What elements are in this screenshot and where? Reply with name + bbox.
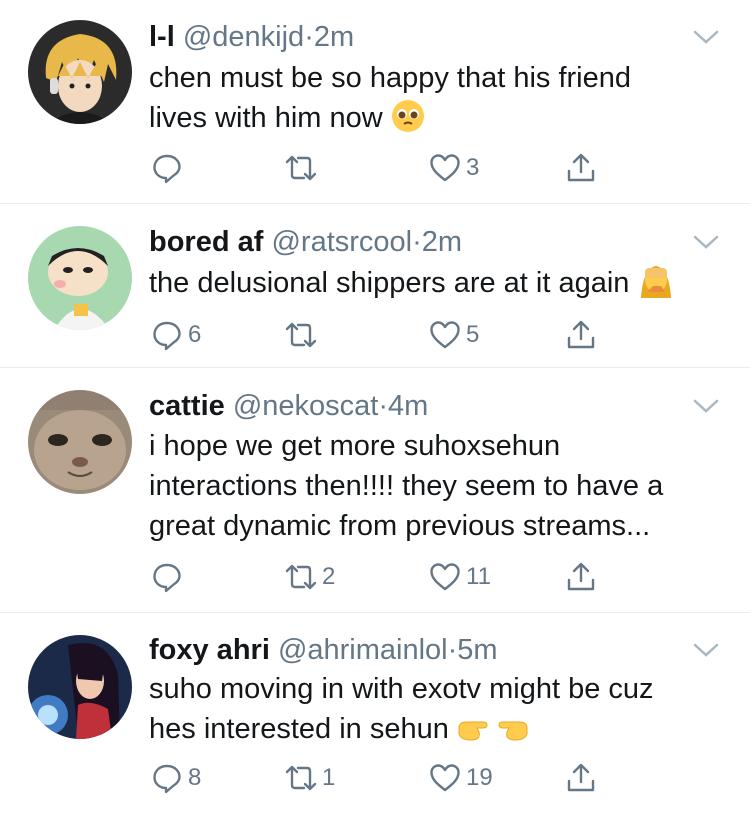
tweet[interactable]: foxy ahri @ahrimainlol·5m suho moving in… xyxy=(0,613,750,814)
reply-count: 8 xyxy=(188,764,202,791)
timestamp[interactable]: 2m xyxy=(422,226,462,258)
share-icon xyxy=(564,560,598,594)
user-handle[interactable]: @nekoscat xyxy=(233,390,379,422)
like-button[interactable]: 5 xyxy=(428,317,479,353)
avatar[interactable] xyxy=(28,226,132,330)
separator-dot: · xyxy=(447,634,458,666)
reply-icon xyxy=(150,151,184,185)
like-button[interactable]: 3 xyxy=(428,150,479,186)
like-button[interactable]: 19 xyxy=(428,760,493,796)
retweet-icon xyxy=(284,560,318,594)
user-handle[interactable]: @denkijd xyxy=(183,21,304,53)
reply-button[interactable]: 8 xyxy=(150,760,201,796)
tweet-text-line: hes interested in sehun xyxy=(149,713,449,745)
pleading-face-emoji xyxy=(391,99,425,133)
retweet-button[interactable] xyxy=(284,317,322,353)
retweet-icon xyxy=(284,318,318,352)
tweet[interactable]: cattie @nekoscat·4m i hope we get more s… xyxy=(0,368,750,613)
like-count: 11 xyxy=(466,563,491,590)
tweet[interactable]: l-l @denkijd·2m chen must be so happy th… xyxy=(0,0,750,204)
retweet-icon xyxy=(284,151,318,185)
tweet-text: suho moving in with exotv might be cuz h… xyxy=(149,669,719,749)
tweet-actions: 8 1 19 xyxy=(150,760,610,796)
heart-icon xyxy=(428,560,462,594)
timestamp[interactable]: 2m xyxy=(314,21,354,53)
tweet-actions: 6 5 xyxy=(150,317,610,353)
reply-button[interactable] xyxy=(150,559,188,595)
share-icon xyxy=(564,151,598,185)
tweet-header: foxy ahri @ahrimainlol·5m xyxy=(149,633,680,667)
tweet-text: the delusional shippers are at it again xyxy=(149,262,719,303)
timestamp[interactable]: 5m xyxy=(457,634,497,666)
tweet-text-line: suho moving in with exotv might be cuz xyxy=(149,673,654,705)
share-icon xyxy=(564,318,598,352)
tweet-actions: 3 xyxy=(150,150,610,186)
retweet-icon xyxy=(284,761,318,795)
tweet-header: bored af @ratsrcool·2m xyxy=(149,225,680,259)
display-name[interactable]: foxy ahri xyxy=(149,634,270,666)
chevron-down-icon[interactable] xyxy=(692,232,720,252)
chevron-down-icon[interactable] xyxy=(692,396,720,416)
tweet-actions: 2 11 xyxy=(150,559,610,595)
share-button[interactable] xyxy=(564,317,598,353)
reply-icon xyxy=(150,761,184,795)
chevron-down-icon[interactable] xyxy=(692,640,720,660)
tweet-text-line: the delusional shippers are at it again xyxy=(149,267,630,299)
user-handle[interactable]: @ratsrcool xyxy=(271,226,412,258)
tweet-text-line: i hope we get more suhoxsehun xyxy=(149,430,561,462)
like-button[interactable]: 11 xyxy=(428,559,491,595)
tweet-text-line: chen must be so happy that his friend xyxy=(149,62,632,94)
retweet-button[interactable]: 1 xyxy=(284,760,335,796)
heart-icon xyxy=(428,151,462,185)
avatar[interactable] xyxy=(28,20,132,124)
user-handle[interactable]: @ahrimainlol xyxy=(278,634,448,666)
retweet-count: 2 xyxy=(322,563,336,590)
share-button[interactable] xyxy=(564,150,598,186)
tweet[interactable]: bored af @ratsrcool·2m the delusional sh… xyxy=(0,204,750,368)
separator-dot: · xyxy=(378,390,389,422)
reply-icon xyxy=(150,318,184,352)
heart-icon xyxy=(428,318,462,352)
chevron-down-icon[interactable] xyxy=(692,27,720,47)
woman-facepalming-emoji xyxy=(637,262,675,298)
display-name[interactable]: l-l xyxy=(149,21,175,53)
separator-dot: · xyxy=(304,21,314,53)
reply-button[interactable] xyxy=(150,150,188,186)
timestamp[interactable]: 4m xyxy=(388,390,428,422)
pointing-hands-emoji xyxy=(457,714,529,744)
reply-button[interactable]: 6 xyxy=(150,317,201,353)
tweet-text-line: interactions then!!!! they seem to have … xyxy=(149,470,664,502)
tweet-text-line: great dynamic from previous streams... xyxy=(149,510,651,542)
reply-count: 6 xyxy=(188,321,202,348)
retweet-count: 1 xyxy=(322,764,336,791)
retweet-button[interactable] xyxy=(284,150,322,186)
avatar[interactable] xyxy=(28,390,132,494)
tweet-text-line: lives with him now xyxy=(149,102,383,134)
display-name[interactable]: bored af xyxy=(149,226,263,258)
tweet-header: l-l @denkijd·2m xyxy=(149,20,680,54)
like-count: 19 xyxy=(466,764,493,791)
share-button[interactable] xyxy=(564,559,598,595)
retweet-button[interactable]: 2 xyxy=(284,559,335,595)
like-count: 3 xyxy=(466,154,480,181)
share-icon xyxy=(564,761,598,795)
reply-icon xyxy=(150,560,184,594)
tweet-text: i hope we get more suhoxsehun interactio… xyxy=(149,426,719,546)
share-button[interactable] xyxy=(564,760,598,796)
heart-icon xyxy=(428,761,462,795)
avatar[interactable] xyxy=(28,635,132,739)
like-count: 5 xyxy=(466,321,480,348)
tweet-header: cattie @nekoscat·4m xyxy=(149,389,680,423)
separator-dot: · xyxy=(412,226,422,258)
display-name[interactable]: cattie xyxy=(149,390,225,422)
tweet-text: chen must be so happy that his friend li… xyxy=(149,58,719,138)
